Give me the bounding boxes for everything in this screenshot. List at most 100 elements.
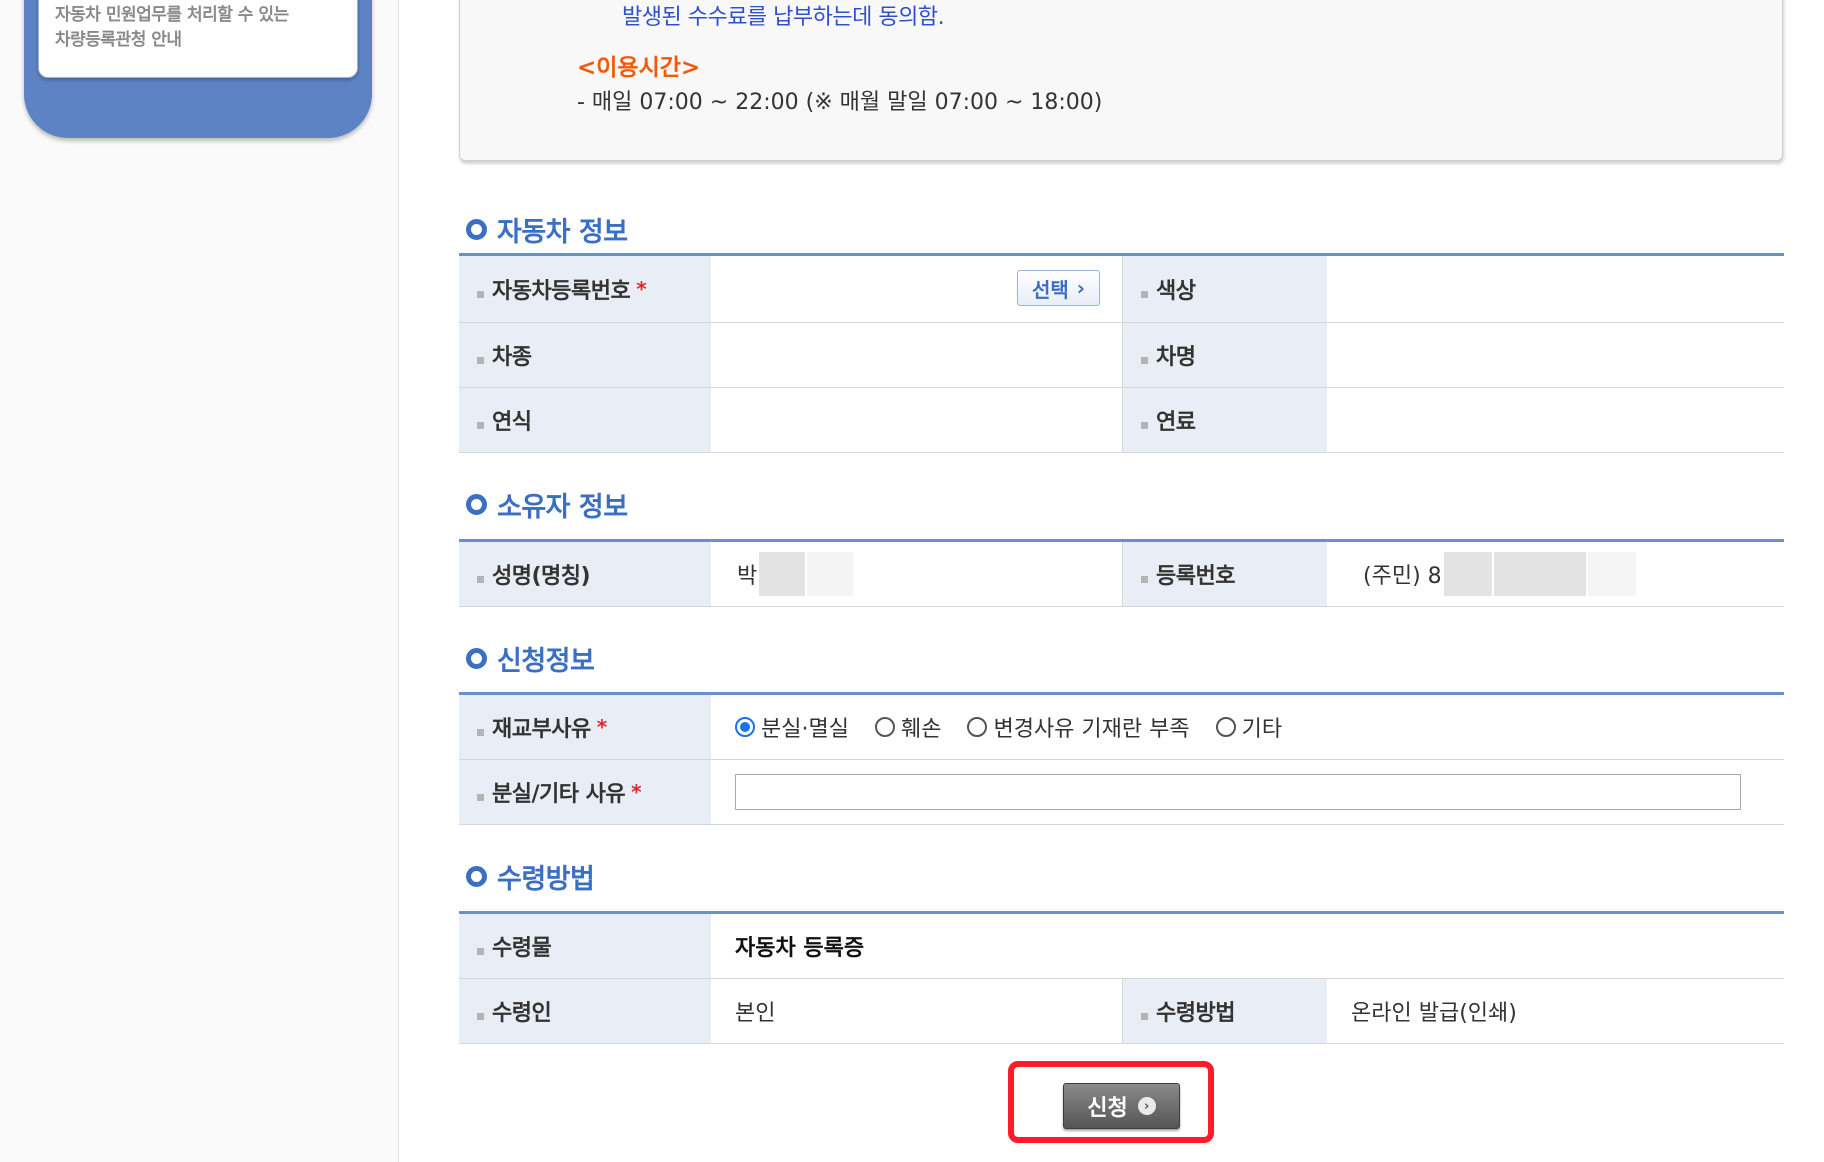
section-title-vehicle: 자동차 정보 (466, 211, 628, 248)
section-title-receipt: 수령방법 (466, 858, 595, 895)
square-bullet-icon (1141, 1012, 1148, 1020)
color-value (1327, 256, 1784, 322)
fee-agreement-text: 발생된 수수료를 납부하는데 동의함. (622, 5, 945, 30)
model-name-header: 차명 (1123, 323, 1327, 387)
vehicle-info-table: 자동차등록번호 * 선택 › 색상 차종 차명 연식 연료 (459, 253, 1784, 453)
radio-button[interactable] (967, 717, 988, 737)
redacted-block (1493, 552, 1586, 596)
required-mark: * (631, 780, 642, 804)
apply-button-label: 신청 (1087, 1096, 1128, 1121)
owner-reg-cell: (주민) 8 (1327, 542, 1784, 606)
reason-cell: 분실·멸실 훼손 변경사유 기재란 부족 기타 (711, 695, 1784, 759)
other-reason-input[interactable] (735, 774, 1741, 810)
square-bullet-icon (1141, 356, 1148, 364)
receiver-value: 본인 (735, 1001, 776, 1026)
section-title-application-text: 신청정보 (497, 645, 595, 677)
reissue-reason-radio-group: 분실·멸실 훼손 변경사유 기재란 부족 기타 (735, 711, 1308, 743)
color-header: 색상 (1123, 256, 1327, 322)
receiver-label: 수령인 (492, 1001, 552, 1026)
fuel-label: 연료 (1156, 410, 1196, 435)
owner-reg-value: (주민) 8 (1363, 564, 1442, 589)
receipt-item-cell: 자동차 등록증 (711, 914, 1784, 978)
receipt-method-label: 수령방법 (1156, 1001, 1235, 1026)
receipt-item-label: 수령물 (492, 936, 552, 961)
sidebar-panel: 자동차 민원업무를 처리할 수 있는 차량등록관청 안내 (24, 0, 372, 138)
redacted-block (807, 552, 854, 596)
square-bullet-icon (1141, 575, 1148, 583)
select-vehicle-button-label: 선택 (1031, 277, 1069, 302)
receiver-header: 수령인 (459, 979, 711, 1043)
year-label: 연식 (492, 410, 532, 435)
section-title-receipt-text: 수령방법 (497, 863, 595, 895)
radio-damaged-label: 훼손 (900, 717, 942, 742)
receipt-method-cell: 온라인 발급(인쇄) (1327, 979, 1784, 1043)
required-mark: * (596, 715, 607, 739)
receipt-item-value: 자동차 등록증 (735, 936, 865, 961)
table-row: 분실/기타 사유 * (459, 760, 1784, 825)
receipt-method-header: 수령방법 (1123, 979, 1327, 1043)
radio-button-selected[interactable] (735, 717, 755, 737)
table-row: 자동차등록번호 * 선택 › 색상 (459, 256, 1784, 323)
square-bullet-icon (477, 290, 484, 298)
square-bullet-icon (1141, 421, 1148, 429)
type-header: 차종 (459, 323, 711, 387)
service-hours-text: - 매일 07:00 ~ 22:00 (※ 매월 말일 07:00 ~ 18:0… (577, 90, 1103, 115)
owner-reg-header: 등록번호 (1123, 542, 1327, 606)
left-sidebar: 자동차 민원업무를 처리할 수 있는 차량등록관청 안내 (0, 0, 399, 1162)
model-name-label: 차명 (1156, 345, 1196, 370)
square-bullet-icon (1141, 290, 1148, 298)
section-bullet-icon (466, 647, 487, 669)
fuel-value (1327, 388, 1784, 452)
section-title-owner-text: 소유자 정보 (497, 491, 628, 523)
square-bullet-icon (477, 575, 484, 583)
redacted-block (759, 552, 806, 596)
owner-info-table: 성명(명칭) 박 등록번호 (주민) 8 (459, 539, 1784, 607)
radio-other-label: 기타 (1241, 717, 1283, 742)
chevron-right-icon: › (1076, 276, 1085, 300)
receiver-cell: 본인 (711, 979, 1123, 1043)
apply-button[interactable]: 신청 › (1063, 1083, 1180, 1129)
owner-name-value: 박 (737, 564, 758, 589)
radio-damaged[interactable]: 훼손 (874, 711, 942, 743)
other-reason-header: 분실/기타 사유 * (459, 760, 711, 824)
table-row: 재교부사유 * 분실·멸실 훼손 변경사유 기재란 부족 기타 (459, 695, 1784, 760)
model-name-value (1327, 323, 1784, 387)
square-bullet-icon (477, 356, 484, 364)
square-bullet-icon (477, 947, 484, 955)
table-row: 수령물 자동차 등록증 (459, 914, 1784, 979)
table-row: 차종 차명 (459, 323, 1784, 388)
radio-button[interactable] (874, 717, 895, 737)
square-bullet-icon (477, 421, 484, 429)
table-row: 연식 연료 (459, 388, 1784, 453)
radio-button[interactable] (1215, 717, 1236, 737)
radio-other[interactable]: 기타 (1215, 711, 1283, 743)
table-row: 수령인 본인 수령방법 온라인 발급(인쇄) (459, 979, 1784, 1044)
other-reason-cell (711, 760, 1784, 824)
radio-lost[interactable]: 분실·멸실 (735, 711, 849, 743)
reg-no-cell: 선택 › (711, 256, 1123, 322)
select-vehicle-button[interactable]: 선택 › (1016, 270, 1100, 306)
notice-box: 발생된 수수료를 납부하는데 동의함. <이용시간> - 매일 07:00 ~ … (459, 0, 1783, 161)
registration-office-card[interactable]: 자동차 민원업무를 처리할 수 있는 차량등록관청 안내 (38, 0, 358, 78)
radio-insufficient-space-label: 변경사유 기재란 부족 (993, 717, 1190, 742)
receipt-method-value: 온라인 발급(인쇄) (1351, 1001, 1517, 1026)
reason-header: 재교부사유 * (459, 695, 711, 759)
registration-office-card-text: 자동차 민원업무를 처리할 수 있는 차량등록관청 안내 (55, 5, 289, 50)
type-label: 차종 (492, 345, 532, 370)
radio-insufficient-space[interactable]: 변경사유 기재란 부족 (967, 711, 1190, 743)
owner-name-cell: 박 (711, 542, 1123, 606)
application-info-table: 재교부사유 * 분실·멸실 훼손 변경사유 기재란 부족 기타 분실/기타 사유… (459, 692, 1784, 825)
owner-name-label: 성명(명칭) (492, 564, 591, 589)
section-title-owner: 소유자 정보 (466, 486, 628, 523)
chevron-right-icon: › (1137, 1097, 1156, 1115)
color-label: 색상 (1156, 279, 1196, 304)
owner-reg-label: 등록번호 (1156, 564, 1235, 589)
reg-no-header: 자동차등록번호 * (459, 256, 711, 322)
receipt-item-header: 수령물 (459, 914, 711, 978)
square-bullet-icon (477, 1012, 484, 1020)
type-value (711, 323, 1123, 387)
section-bullet-icon (466, 493, 487, 515)
redacted-block (1443, 552, 1492, 596)
section-title-vehicle-text: 자동차 정보 (497, 216, 628, 248)
receipt-info-table: 수령물 자동차 등록증 수령인 본인 수령방법 온라인 발급(인쇄) (459, 911, 1784, 1044)
